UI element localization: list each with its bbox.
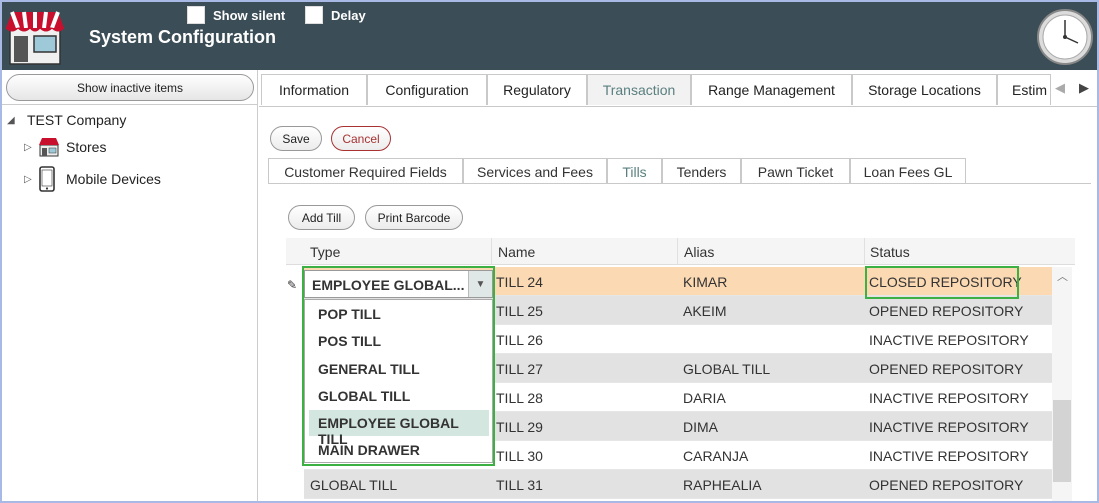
- tree-node-label: Stores: [66, 139, 107, 155]
- tab-range-management[interactable]: Range Management: [691, 74, 852, 105]
- checkbox-box[interactable]: [305, 6, 323, 24]
- cell-alias: GLOBAL TILL: [683, 361, 771, 377]
- mobile-device-icon: [39, 166, 55, 192]
- tree-panel: Show inactive items ◢ TEST Company ▷ Sto…: [2, 70, 258, 501]
- divider: [2, 104, 258, 105]
- cancel-button[interactable]: Cancel: [331, 126, 391, 151]
- table-row[interactable]: GLOBAL TILL TILL 31 RAPHEALIA OPENED REP…: [304, 470, 1053, 499]
- store-logo-icon: [5, 11, 65, 65]
- cell-alias: RAPHEALIA: [683, 477, 762, 493]
- status-highlight-box: [865, 266, 1019, 299]
- cell-status: INACTIVE REPOSITORY: [869, 419, 1029, 435]
- column-header-status[interactable]: Status: [870, 244, 910, 260]
- show-silent-checkbox[interactable]: Show silent: [187, 6, 285, 24]
- tab-storage-locations[interactable]: Storage Locations: [852, 74, 997, 105]
- column-header-type[interactable]: Type: [310, 244, 340, 260]
- cell-status: INACTIVE REPOSITORY: [869, 332, 1029, 348]
- cell-name: TILL 24: [496, 274, 543, 290]
- cell-name: TILL 28: [496, 390, 543, 406]
- app-header: System Configuration Show silent Delay: [2, 2, 1097, 70]
- subtab-loan-fees-gl[interactable]: Loan Fees GL: [850, 158, 966, 184]
- show-inactive-items-button[interactable]: Show inactive items: [6, 74, 254, 101]
- add-till-button[interactable]: Add Till: [288, 205, 355, 230]
- cell-name: TILL 31: [496, 477, 543, 493]
- column-header-name[interactable]: Name: [498, 244, 535, 260]
- app-window: System Configuration Show silent Delay S…: [0, 0, 1099, 503]
- cell-status: OPENED REPOSITORY: [869, 477, 1024, 493]
- dropdown-highlight-box: [302, 266, 495, 466]
- subtab-pawn-ticket[interactable]: Pawn Ticket: [741, 158, 850, 184]
- cell-name: TILL 26: [496, 332, 543, 348]
- delay-checkbox[interactable]: Delay: [305, 6, 366, 24]
- cell-name: TILL 30: [496, 448, 543, 464]
- cell-name: TILL 25: [496, 303, 543, 319]
- cell-alias: DARIA: [683, 390, 726, 406]
- subtab-tenders[interactable]: Tenders: [662, 158, 741, 184]
- clock-icon: [1037, 9, 1093, 65]
- top-tabbar: Information Configuration Regulatory Tra…: [259, 72, 1097, 107]
- edit-row-icon: ✎: [287, 278, 298, 292]
- save-button[interactable]: Save: [270, 126, 322, 151]
- column-separator[interactable]: [864, 238, 865, 265]
- tree-node-label: Mobile Devices: [66, 171, 161, 187]
- cell-status: OPENED REPOSITORY: [869, 361, 1024, 377]
- cell-alias: AKEIM: [683, 303, 727, 319]
- grid-header: Type Name Alias Status: [286, 238, 1075, 265]
- tree-node-label: TEST Company: [27, 112, 127, 128]
- scrollbar-thumb[interactable]: [1053, 400, 1071, 482]
- store-icon: [39, 138, 59, 157]
- tree-node-company[interactable]: ◢ TEST Company: [7, 112, 126, 128]
- page-title: System Configuration: [89, 27, 277, 47]
- collapse-icon[interactable]: ◢: [7, 115, 21, 126]
- cell-name: TILL 29: [496, 419, 543, 435]
- tab-estim[interactable]: Estim: [997, 74, 1051, 105]
- divider: [259, 106, 1097, 107]
- subtab-customer-required-fields[interactable]: Customer Required Fields: [268, 158, 463, 184]
- column-header-alias[interactable]: Alias: [684, 244, 714, 260]
- cell-status: OPENED REPOSITORY: [869, 303, 1024, 319]
- cell-alias: DIMA: [683, 419, 718, 435]
- scroll-up-icon[interactable]: ︿: [1057, 268, 1068, 284]
- subtab-services-and-fees[interactable]: Services and Fees: [463, 158, 607, 184]
- cell-alias: KIMAR: [683, 274, 728, 290]
- scroll-tabs-right-icon[interactable]: ▶: [1079, 80, 1089, 96]
- tree-node-mobile-devices[interactable]: ▷ Mobile Devices: [24, 166, 161, 192]
- tab-configuration[interactable]: Configuration: [367, 74, 487, 105]
- show-silent-label: Show silent: [213, 7, 286, 23]
- scroll-tabs-left-icon[interactable]: ◀: [1055, 80, 1065, 96]
- cell-name: TILL 27: [496, 361, 543, 377]
- expand-icon[interactable]: ▷: [24, 142, 38, 153]
- column-separator[interactable]: [677, 238, 678, 265]
- tab-regulatory[interactable]: Regulatory: [487, 74, 587, 105]
- checkbox-box[interactable]: [187, 6, 205, 24]
- cell-status: INACTIVE REPOSITORY: [869, 448, 1029, 464]
- subtab-tills[interactable]: Tills: [607, 158, 662, 184]
- tab-transaction[interactable]: Transaction: [587, 74, 691, 105]
- column-separator[interactable]: [491, 238, 492, 265]
- expand-icon[interactable]: ▷: [24, 174, 38, 185]
- tree-node-stores[interactable]: ▷ Stores: [24, 137, 106, 157]
- cell-type: GLOBAL TILL: [310, 477, 398, 493]
- delay-label: Delay: [331, 7, 366, 23]
- divider: [268, 183, 1091, 184]
- tab-information[interactable]: Information: [261, 74, 367, 105]
- print-barcode-button[interactable]: Print Barcode: [365, 205, 463, 230]
- cell-status: INACTIVE REPOSITORY: [869, 390, 1029, 406]
- cell-alias: CARANJA: [683, 448, 749, 464]
